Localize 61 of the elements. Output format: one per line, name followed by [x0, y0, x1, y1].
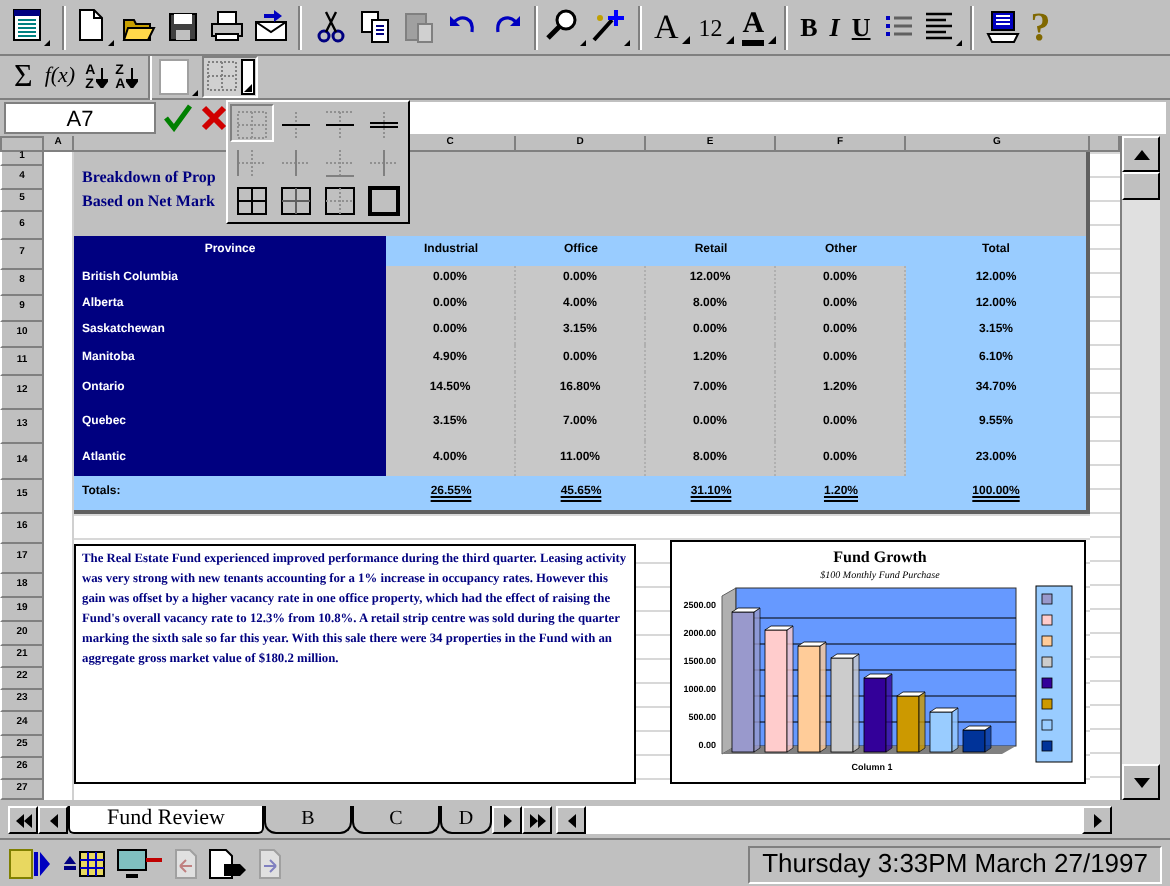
chart-bar: [830, 653, 860, 753]
border-style-option-icon[interactable]: [276, 182, 316, 219]
bold-button[interactable]: B: [794, 5, 824, 49]
chart-bar: [764, 625, 794, 753]
function-button[interactable]: f(x): [38, 55, 82, 99]
border-style-option-icon[interactable]: [320, 105, 360, 142]
border-grid-icon[interactable]: [203, 58, 256, 96]
fill-color-swatch-icon[interactable]: [158, 57, 201, 97]
sheet-tab[interactable]: B: [264, 806, 352, 834]
computer-keyboard-icon[interactable]: [985, 10, 1020, 44]
chart-bar: [797, 641, 827, 753]
eject-grid-icon[interactable]: [62, 848, 106, 880]
copy-icon[interactable]: [357, 10, 391, 44]
status-datetime: Thursday 3:33PM March 27/1997: [748, 845, 1162, 883]
monitor-icon[interactable]: [116, 848, 164, 880]
search-icon[interactable]: [545, 7, 587, 47]
down-arrow-icon[interactable]: [1133, 777, 1149, 787]
down-arrow-icon: [95, 67, 108, 87]
clipboard-icon[interactable]: [401, 10, 435, 44]
font-size-dropdown[interactable]: 12: [692, 5, 737, 49]
sheet-tab[interactable]: D: [440, 806, 492, 834]
chart-bar: [896, 691, 926, 753]
previous-sheet-arrow-icon[interactable]: [45, 813, 61, 827]
down-arrow-icon: [125, 67, 138, 87]
scissors-icon[interactable]: [313, 10, 347, 44]
scroll-left-arrow-icon[interactable]: [563, 813, 579, 827]
cancel-x-icon[interactable]: [200, 104, 228, 132]
font-button[interactable]: A: [648, 5, 693, 49]
chart-bar: [863, 673, 893, 753]
title-text: Based on Net Mark: [82, 190, 215, 212]
chart-bar: [929, 707, 959, 753]
spreadsheet-icon[interactable]: [9, 7, 51, 47]
magic-wand-icon[interactable]: [589, 7, 631, 47]
vertical-scrollbar[interactable]: [1120, 136, 1160, 800]
align-left-icon[interactable]: [921, 7, 964, 47]
chart-title: Fund Growth: [833, 548, 927, 566]
printer-icon[interactable]: [209, 10, 243, 44]
horizontal-scrollbar[interactable]: [556, 806, 1112, 834]
first-sheet-arrow-icon[interactable]: [15, 813, 31, 827]
border-style-option-icon[interactable]: [232, 182, 272, 219]
sheet-tab[interactable]: C: [352, 806, 440, 834]
border-style-option-icon[interactable]: [320, 182, 360, 219]
name-box[interactable]: A7: [4, 102, 156, 134]
new-document-icon[interactable]: [73, 7, 115, 47]
scroll-thumb[interactable]: [1122, 172, 1160, 200]
page-right-arrow-icon[interactable]: [258, 848, 282, 880]
border-style-option-icon[interactable]: [364, 182, 404, 219]
font-color-button[interactable]: A: [736, 5, 779, 49]
title-text: Breakdown of Prop: [82, 166, 216, 190]
next-sheet-arrow-icon[interactable]: [499, 813, 515, 827]
checkmark-icon[interactable]: [164, 104, 192, 132]
up-arrow-icon[interactable]: [1133, 149, 1149, 159]
sheet-tab[interactable]: Fund Review: [68, 805, 264, 833]
sum-button[interactable]: Σ: [8, 55, 39, 99]
grid-play-icon[interactable]: [8, 848, 52, 880]
envelope-icon[interactable]: [253, 10, 287, 44]
underline-button[interactable]: U: [845, 5, 877, 49]
last-sheet-arrow-icon[interactable]: [529, 813, 545, 827]
italic-button[interactable]: I: [823, 5, 846, 49]
chart-bar: [962, 725, 992, 753]
scroll-right-arrow-icon[interactable]: [1089, 813, 1105, 827]
